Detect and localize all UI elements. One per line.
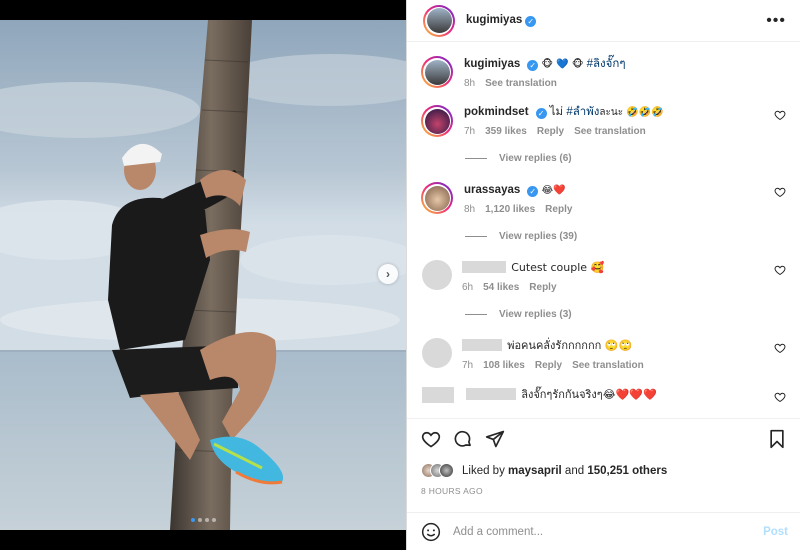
carousel-dot [197,518,202,522]
liker-avatars [421,463,454,478]
caption: kugimiyas ✓ 🐵 💙 🐵 #ลิงจั๊กๆ 8h See transl… [421,56,786,89]
post-header: kugimiyas ✓ ••• [407,0,800,42]
view-replies-label: View replies (3) [499,309,572,320]
carousel-dot [211,518,216,522]
verified-badge-icon: ✓ [535,108,547,119]
avatar[interactable] [424,59,450,85]
media-pane: › [0,0,406,550]
verified-badge-icon: ✓ [525,16,537,27]
comment-likes[interactable]: 359 likes [485,126,527,137]
heart-icon[interactable] [774,109,786,121]
carousel-dots [0,518,406,522]
avatar[interactable] [424,185,450,211]
comment-icon[interactable] [453,429,473,449]
redacted-username [466,388,516,400]
see-translation-link[interactable]: See translation [572,360,644,371]
verified-badge-icon: ✓ [527,60,539,71]
view-replies-button[interactable]: View replies (39) [465,231,786,242]
avatar[interactable] [422,260,452,290]
comment-text-plain: ไม่ [549,106,567,118]
reply-button[interactable]: Reply [535,360,562,371]
post-dialog: › kugimiyas ✓ ••• kugimiyas ✓ 🐵 💙 🐵 #ลิง… [0,0,800,550]
comments-list[interactable]: kugimiyas ✓ 🐵 💙 🐵 #ลิงจั๊กๆ 8h See transl… [407,42,800,418]
comment-time[interactable]: 7h [462,360,473,371]
heart-icon[interactable] [774,342,786,354]
comment-likes[interactable]: 1,120 likes [485,204,535,215]
redacted-username [462,339,502,351]
reply-button[interactable]: Reply [537,126,564,137]
comment-text: ละนะ 🤣🤣🤣 [599,107,664,118]
avatar[interactable] [422,338,452,368]
see-translation-link[interactable]: See translation [485,78,557,89]
liked-by: Liked by maysapril and 150,251 others [421,463,786,478]
post-comment-button[interactable]: Post [763,526,788,538]
smiley-icon[interactable] [421,522,441,542]
reply-button[interactable]: Reply [529,282,556,293]
caption-username[interactable]: kugimiyas [464,58,520,70]
heart-icon[interactable] [774,391,786,403]
bookmark-icon[interactable] [768,429,786,449]
comment-hashtag[interactable]: #ลำพัง [566,106,599,118]
comment-item: ลิงจั๊กๆรักกันจริงๆ😂❤️❤️❤️ [421,387,786,403]
avatar [439,463,454,478]
comment-likes[interactable]: 108 likes [483,360,525,371]
comment-item: pokmindset ✓ ไม่ #ลำพัง ละนะ 🤣🤣🤣 7h 359 l… [421,105,786,137]
comment-username[interactable]: pokmindset [464,106,529,118]
caption-hashtag[interactable]: #ลิงจั๊กๆ [587,58,626,70]
redacted-avatar [422,387,454,403]
heart-icon[interactable] [421,429,441,449]
comment-likes[interactable]: 54 likes [483,282,519,293]
author-username[interactable]: kugimiyas [466,14,522,26]
comment-text: Cutest couple 🥰 [511,261,605,274]
carousel-dot [190,518,195,522]
see-translation-link[interactable]: See translation [574,126,646,137]
verified-badge-icon: ✓ [527,186,539,197]
post-timestamp[interactable]: 8 HOURS AGO [421,486,786,496]
comment-text: 😂❤️ [541,185,566,196]
view-replies-button[interactable]: View replies (6) [465,153,786,164]
comment-item: urassayas ✓ 😂❤️ 8h 1,120 likes Reply [421,182,786,215]
comment-username[interactable]: urassayas [464,184,520,196]
comment-time[interactable]: 6h [462,282,473,293]
chevron-right-icon: › [386,267,390,281]
post-side-panel: kugimiyas ✓ ••• kugimiyas ✓ 🐵 💙 🐵 #ลิงจั๊ก… [406,0,800,550]
post-photo[interactable] [0,20,406,530]
heart-icon[interactable] [774,264,786,276]
avatar [426,8,452,33]
view-replies-button[interactable]: View replies (3) [465,309,786,320]
comment-time[interactable]: 8h [464,204,475,215]
reply-button[interactable]: Reply [545,204,572,215]
more-icon[interactable]: ••• [766,12,786,29]
liked-by-count[interactable]: 150,251 others [587,465,667,477]
comment-item: Cutest couple 🥰 6h 54 likes Reply [421,260,786,293]
avatar[interactable] [424,108,450,134]
heart-icon[interactable] [774,186,786,198]
caption-time[interactable]: 8h [464,78,475,89]
view-replies-label: View replies (39) [499,231,578,242]
author-avatar-ring[interactable] [423,4,455,37]
carousel-dot [204,518,209,522]
add-comment-bar: Add a comment... Post [407,512,800,550]
add-comment-input[interactable]: Add a comment... [453,526,763,538]
redacted-username [462,261,506,273]
caption-emoji: 🐵 💙 🐵 [541,59,584,70]
comment-text: ลิงจั๊กๆรักกันจริงๆ😂❤️❤️❤️ [521,388,657,401]
comment-time[interactable]: 7h [464,126,475,137]
comment-text: พ่อคนคลั่งรักกกกกก 🙄🙄 [507,339,633,352]
liked-by-prefix: Liked by [462,464,509,477]
comment-item: พ่อคนคลั่งรักกกกกก 🙄🙄 7h 108 likes Reply… [421,338,786,371]
carousel-next-button[interactable]: › [378,264,398,284]
liked-by-middle: and [561,464,588,477]
view-replies-label: View replies (6) [499,153,572,164]
share-icon[interactable] [485,429,505,449]
liked-by-user[interactable]: maysapril [508,465,562,477]
